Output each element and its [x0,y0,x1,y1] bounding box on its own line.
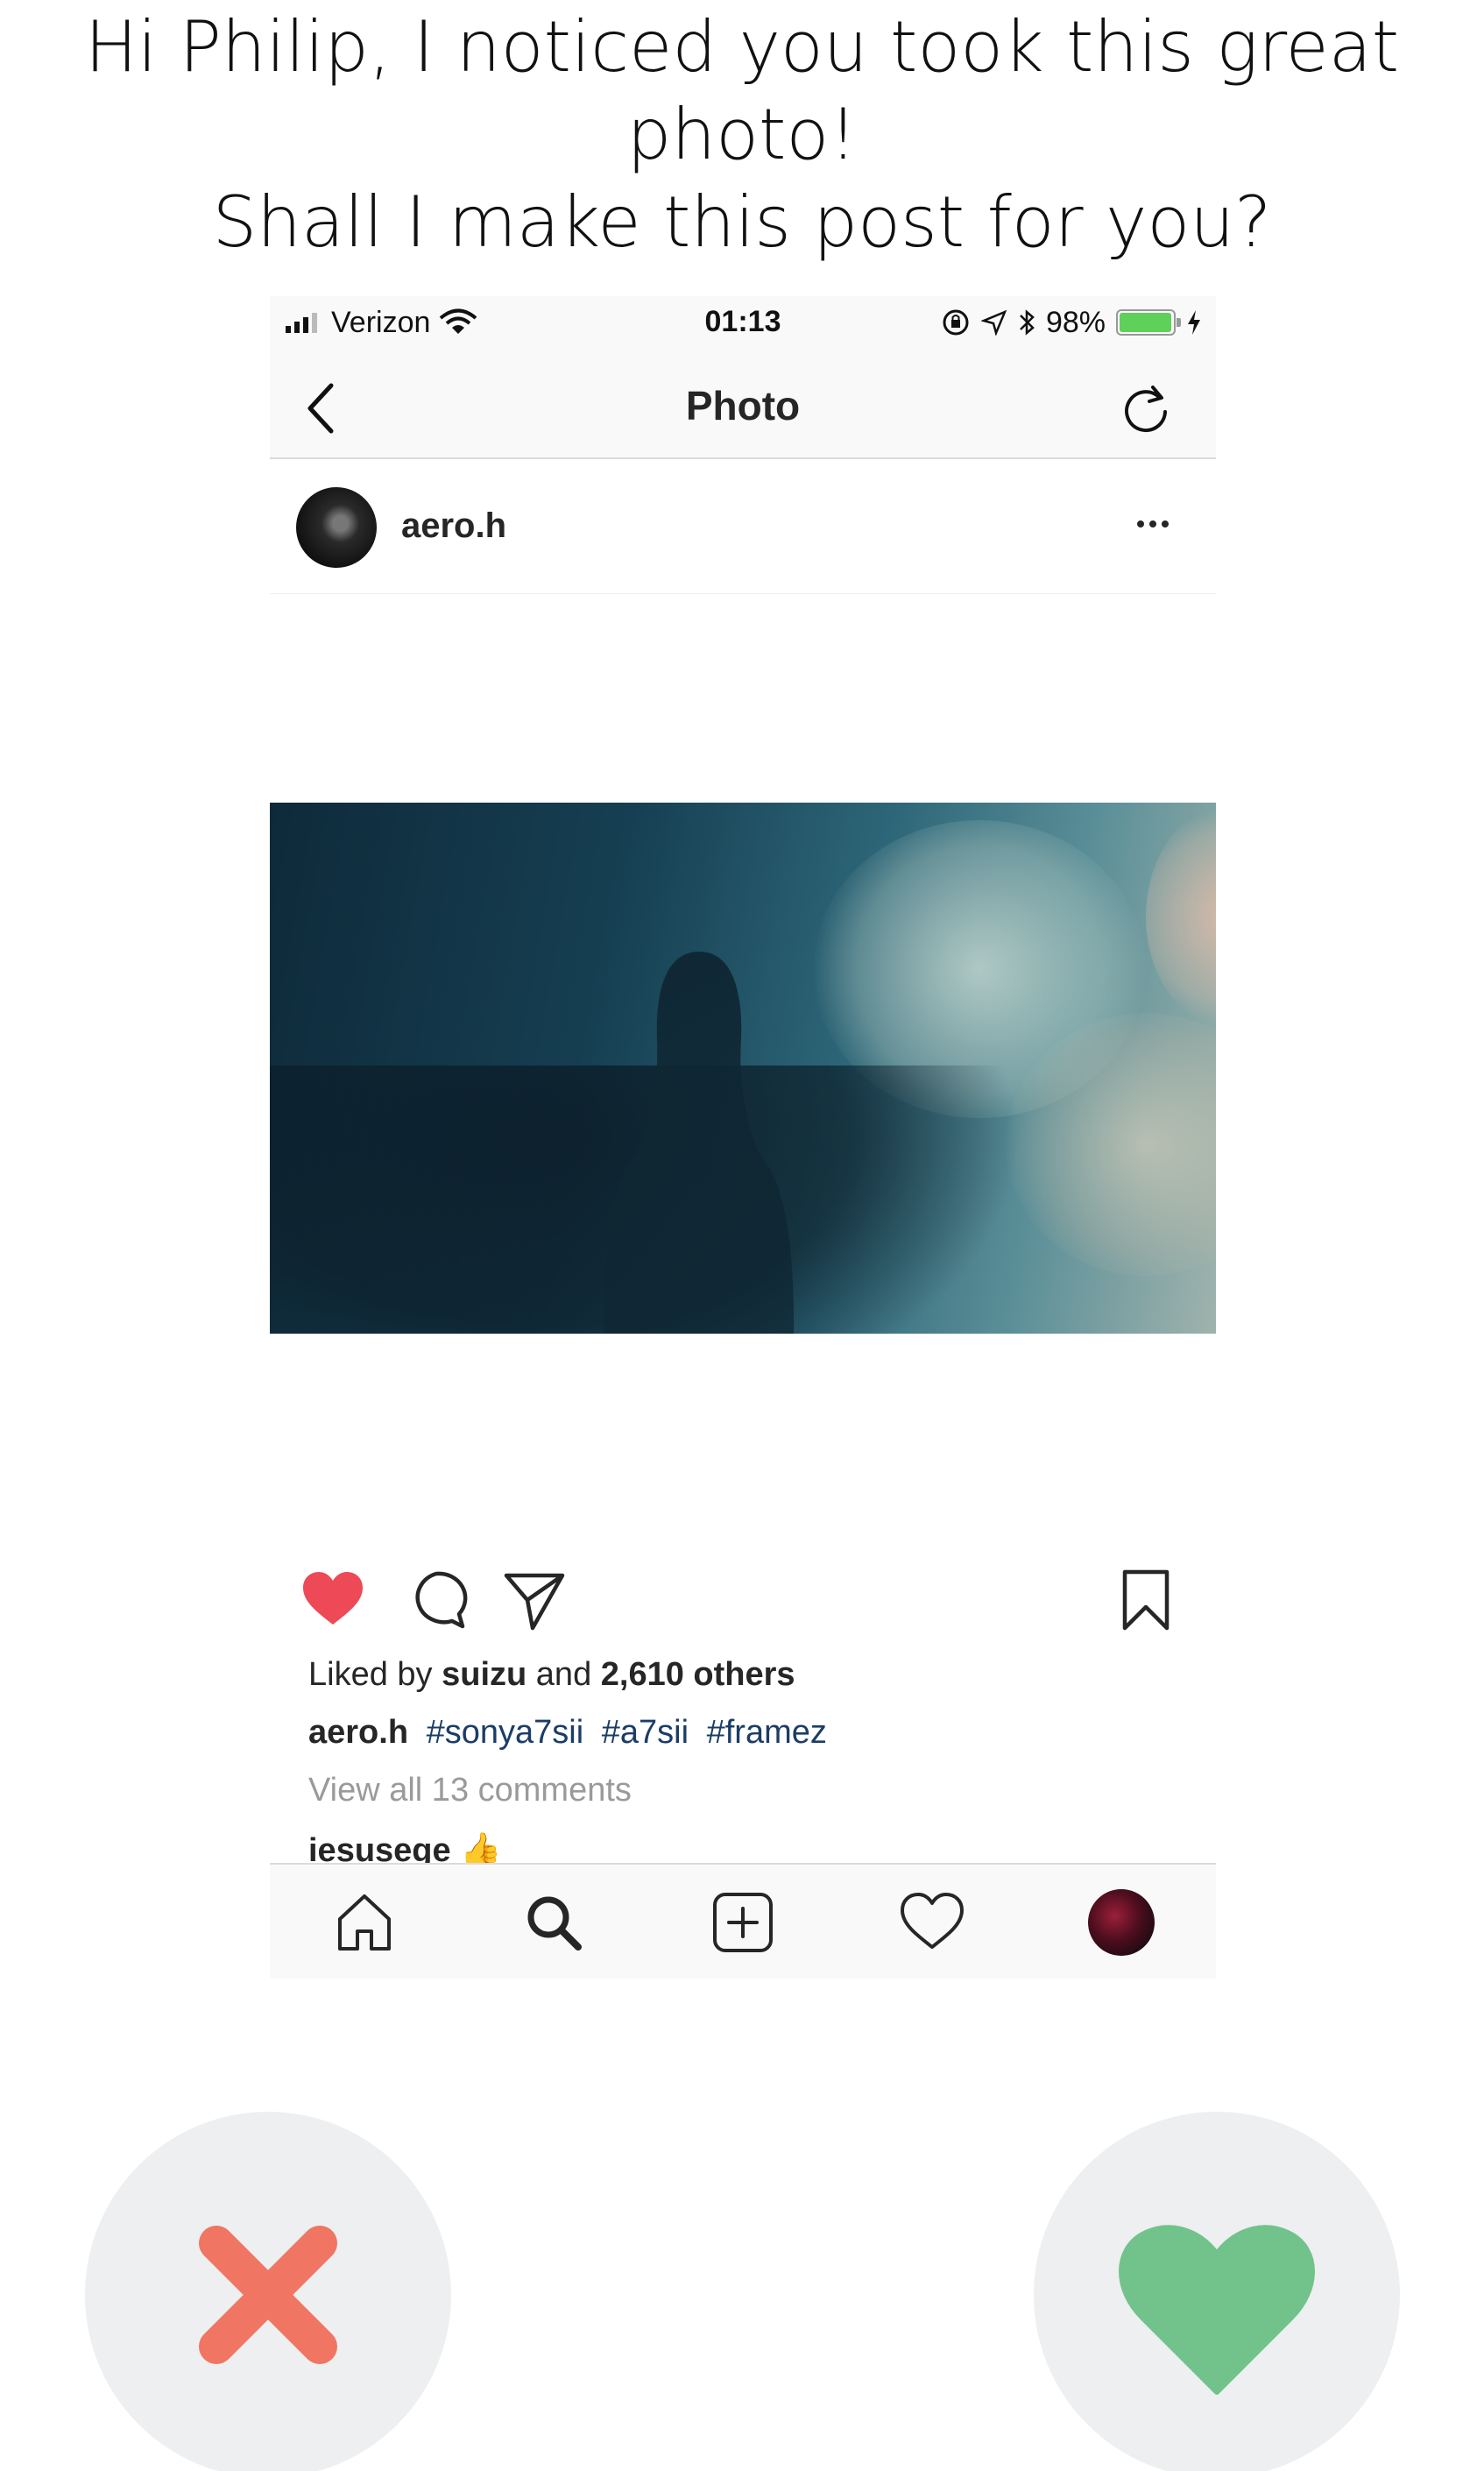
heart-icon [1119,2225,1315,2395]
post-header: aero.h [270,461,1216,594]
share-icon[interactable] [501,1567,568,1633]
hashtag[interactable]: #framez [707,1714,827,1751]
post-actions [270,1567,1216,1637]
caption-username[interactable]: aero.h [308,1714,408,1751]
bottom-tab-bar [270,1863,1216,1979]
profile-avatar[interactable] [1088,1889,1155,1956]
accept-button[interactable] [1034,2112,1400,2471]
add-icon[interactable] [710,1889,776,1956]
author-username[interactable]: aero.h [401,506,506,546]
more-icon[interactable] [1125,496,1181,552]
comment-icon[interactable] [403,1567,470,1633]
comment-preview: iesusege 👍 [308,1832,502,1863]
likes-middle: and [535,1656,592,1693]
heart-icon[interactable] [899,1889,965,1956]
likes-prefix: Liked by [308,1656,433,1693]
status-right: 98% [941,305,1202,340]
prompt-line-1: Hi Philip, I noticed you took this great… [84,6,1400,175]
refresh-icon[interactable] [1118,380,1174,436]
author-avatar[interactable] [296,487,377,568]
likes-line: Liked by suizu and 2,610 others [308,1656,795,1694]
prompt-line-2: Shall I make this post for you? [212,181,1272,263]
charging-icon [1188,310,1200,335]
status-bar: Verizon 01:13 98% [270,296,1216,349]
assistant-prompt: Hi Philip, I noticed you took this great… [0,4,1484,266]
silhouette-figure [604,952,795,1334]
navigation-bar: Photo [270,349,1216,459]
hashtag[interactable]: #sonya7sii [427,1714,584,1751]
home-icon[interactable] [331,1889,398,1956]
battery-icon [1116,309,1181,336]
reject-button[interactable] [85,2112,451,2471]
post-caption: aero.h #sonya7sii #a7sii #framez [308,1714,827,1752]
search-icon[interactable] [520,1889,587,1956]
phone-screenshot: Verizon 01:13 98% Photo aero.h Liked by … [270,296,1216,1979]
battery-percent: 98% [1045,305,1106,339]
x-icon [199,2226,337,2364]
liked-user[interactable]: suizu [442,1656,526,1693]
battery-fill [1120,313,1171,332]
rotation-lock-icon [943,309,969,336]
post-photo[interactable] [270,803,1216,1334]
view-all-comments-link[interactable]: View all 13 comments [308,1772,632,1809]
bookmark-icon[interactable] [1113,1567,1179,1633]
page-title: Photo [685,383,801,428]
likes-count[interactable]: 2,610 others [601,1656,795,1693]
location-icon [980,309,1007,336]
hashtag[interactable]: #a7sii [602,1714,689,1751]
like-icon[interactable] [300,1567,366,1633]
bokeh-light [1146,803,1216,1030]
bluetooth-icon [1020,309,1035,336]
